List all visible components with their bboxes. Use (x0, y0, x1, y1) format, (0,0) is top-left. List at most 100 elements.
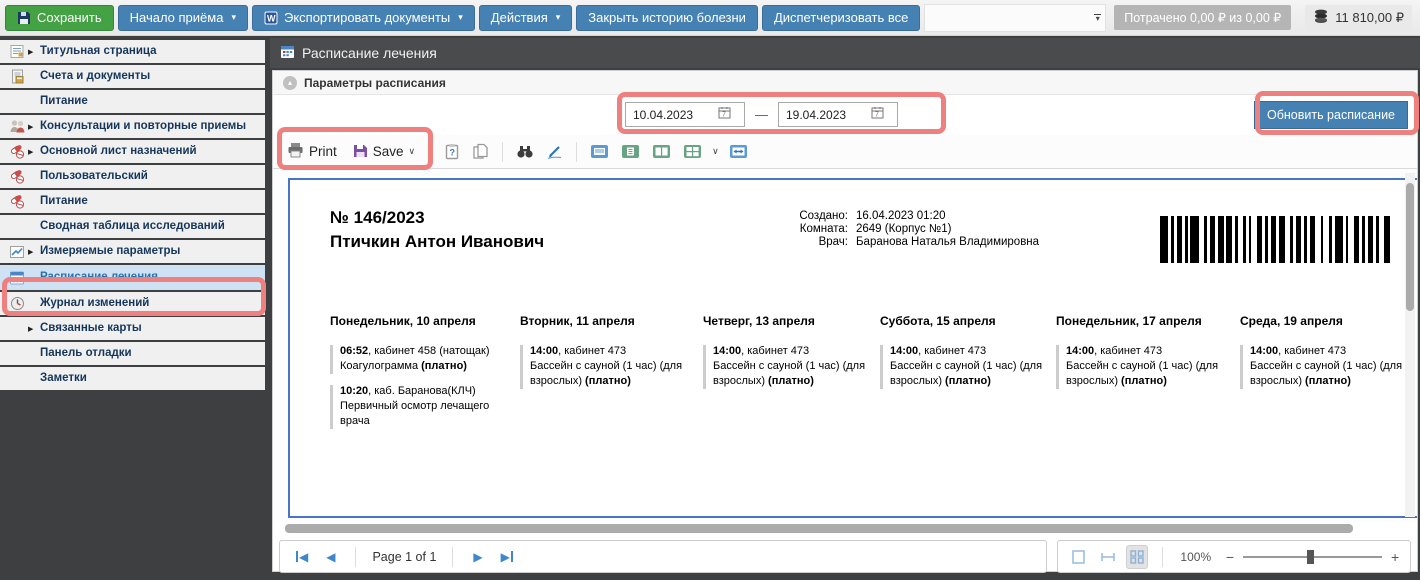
sidebar-item-measured-parameters[interactable]: ▶Измеряемые параметры (0, 240, 265, 263)
save-report-button[interactable]: Save ∨ (349, 140, 419, 164)
fit-page-height-icon[interactable] (1097, 545, 1118, 569)
expander-icon: ▶ (28, 123, 40, 131)
day-column: Понедельник, 17 апреля 14:00, кабинет 473… (1056, 314, 1234, 400)
save-button[interactable]: Сохранить (5, 5, 114, 31)
print-button[interactable]: Print (283, 139, 341, 164)
day-column: Суббота, 15 апреля 14:00, кабинет 473Басс… (880, 314, 1058, 400)
calendar-picker-icon[interactable]: 7 (718, 106, 731, 124)
patient-name: Птичкин Антон Иванович (330, 230, 544, 254)
calendar-icon (280, 44, 295, 62)
chevron-down-icon[interactable]: ∨ (712, 146, 719, 157)
vertical-scrollbar-thumb[interactable] (1406, 183, 1414, 311)
chevron-down-icon: ▾ (556, 12, 561, 23)
edit-icon[interactable] (544, 142, 565, 162)
find-icon[interactable] (514, 142, 536, 161)
last-page-button[interactable]: ▶ (497, 550, 517, 564)
document-icon (6, 44, 28, 59)
toolbar-overflow-strip: ▾ (924, 4, 1106, 32)
update-schedule-button[interactable]: Обновить расписание (1254, 101, 1408, 129)
spent-badge: Потрачено 0,00 ₽ из 0,00 ₽ (1114, 5, 1291, 30)
people-icon (6, 119, 28, 134)
page-width-icon[interactable] (727, 142, 750, 161)
parameters-icon[interactable]: ? (442, 141, 462, 162)
day-title: Среда, 19 апреля (1240, 314, 1417, 328)
copy-pages-icon[interactable] (470, 141, 491, 162)
date-from-input[interactable] (626, 108, 718, 122)
actions-button[interactable]: Действия▾ (479, 5, 573, 31)
balance-value: 11 810,00 ₽ (1335, 10, 1404, 26)
day-column: Понедельник, 10 апреля06:52, кабинет 458… (330, 314, 508, 440)
schedule-entry: 14:00, кабинет 473Бассейн с сауной (1 ча… (703, 345, 881, 389)
day-title: Понедельник, 17 апреля (1056, 314, 1234, 328)
balance-indicator: 11 810,00 ₽ (1305, 5, 1412, 31)
schedule-entry: 14:00, кабинет 473Бассейн с сауной (1 ча… (1056, 345, 1234, 389)
sidebar-item-notes[interactable]: Заметки (0, 367, 265, 390)
zoom-slider-handle[interactable] (1307, 550, 1314, 564)
day-title: Суббота, 15 апреля (880, 314, 1058, 328)
horizontal-scrollbar-thumb[interactable] (285, 524, 1353, 533)
meta-value: 2649 (Корпус №1) (856, 223, 1039, 235)
sidebar-item-treatment-schedule[interactable]: Расписание лечения (0, 265, 265, 290)
prev-page-button[interactable]: ◀ (322, 550, 339, 564)
svg-text:7: 7 (875, 111, 879, 118)
fit-multiple-pages-icon[interactable] (1126, 545, 1147, 569)
zoom-out-button[interactable]: − (1225, 549, 1235, 565)
close-history-button[interactable]: Закрыть историю болезни (576, 5, 758, 31)
meta-label: Комната: (710, 223, 848, 235)
view-continuous-icon[interactable] (588, 142, 611, 161)
coins-icon (1313, 9, 1329, 27)
sidebar-item-debug-panel[interactable]: Панель отладки (0, 342, 265, 365)
main-header: Расписание лечения (270, 38, 1420, 68)
sidebar-item-studies-summary-table[interactable]: Сводная таблица исследований (0, 215, 265, 238)
button-label: Закрыть историю болезни (588, 10, 746, 25)
sidebar-item-linked-cards[interactable]: ▶Связанные карты (0, 317, 265, 340)
params-title: Параметры расписания (304, 76, 446, 90)
calendar-picker-icon[interactable]: 7 (871, 106, 884, 124)
sidebar-item-consultations[interactable]: ▶Консультации и повторные приемы (0, 115, 265, 138)
clock-icon (6, 296, 28, 311)
button-label: Экспортировать документы (284, 10, 450, 25)
zoom-in-button[interactable]: + (1390, 549, 1400, 565)
svg-text:7: 7 (722, 111, 726, 118)
reception-start-button[interactable]: Начало приёма▾ (118, 5, 248, 31)
day-column: Четверг, 13 апреля 14:00, кабинет 473Басс… (703, 314, 881, 400)
sidebar-item-nutrition-2[interactable]: Питание (0, 190, 265, 213)
date-to-input[interactable] (779, 108, 871, 122)
sidebar-item-custom[interactable]: Пользовательский (0, 165, 265, 188)
next-page-button[interactable]: ▶ (469, 550, 486, 564)
day-title: Четверг, 13 апреля (703, 314, 881, 328)
export-documents-button[interactable]: WЭкспортировать документы▾ (252, 5, 475, 31)
top-toolbar: СохранитьНачало приёма▾WЭкспортировать д… (0, 0, 1420, 36)
floppy-icon (17, 11, 31, 25)
schedule-entry: 10:20, каб. Баранова(КЛЧ)Первичный осмот… (330, 385, 508, 429)
app-window: СохранитьНачало приёма▾WЭкспортировать д… (0, 0, 1420, 580)
sidebar-item-main-prescription-list[interactable]: ▶Основной лист назначений (0, 140, 265, 163)
view-single-page-icon[interactable] (619, 142, 642, 161)
sidebar-item-label: Титульная страница (40, 44, 157, 59)
view-multi-pages-icon[interactable] (681, 142, 704, 161)
schedule-entry: 14:00, кабинет 473Бассейн с сауной (1 ча… (880, 345, 1058, 389)
fit-whole-page-icon[interactable] (1068, 545, 1089, 569)
page-title: Расписание лечения (302, 45, 437, 61)
svg-text:?: ? (450, 148, 456, 158)
sidebar-item-label: Консультации и повторные приемы (40, 119, 246, 134)
sidebar-item-invoices-documents[interactable]: Счета и документы (0, 65, 265, 88)
meta-value: Баранова Наталья Владимировна (856, 236, 1039, 248)
date-to-field: 7 (778, 102, 898, 127)
sidebar-item-title-page[interactable]: ▶Титульная страница (0, 40, 265, 63)
view-two-pages-icon[interactable] (650, 142, 673, 161)
dispatch-all-button[interactable]: Диспетчеризовать все (762, 5, 920, 31)
params-row: 7 — 7 Обновить расписание (273, 95, 1417, 135)
toolbar-overflow-icon[interactable]: ▾ (1094, 14, 1101, 21)
day-column: Среда, 19 апреля14:00, кабинет 473Бассей… (1240, 314, 1417, 400)
first-page-button[interactable]: ◀ (292, 550, 312, 564)
sidebar-item-change-log[interactable]: Журнал изменений (0, 292, 265, 315)
horizontal-scrollbar[interactable] (273, 523, 1417, 535)
collapse-icon[interactable]: ▴ (283, 76, 297, 90)
zoom-slider[interactable] (1243, 549, 1382, 565)
sidebar-item-label: Сводная таблица исследований (40, 219, 225, 234)
day-column: Вторник, 11 апреля14:00, кабинет 473Басс… (520, 314, 698, 400)
sidebar-item-label: Связанные карты (40, 321, 142, 336)
params-header: ▴ Параметры расписания (273, 71, 1417, 95)
sidebar-item-nutrition[interactable]: Питание (0, 90, 265, 113)
